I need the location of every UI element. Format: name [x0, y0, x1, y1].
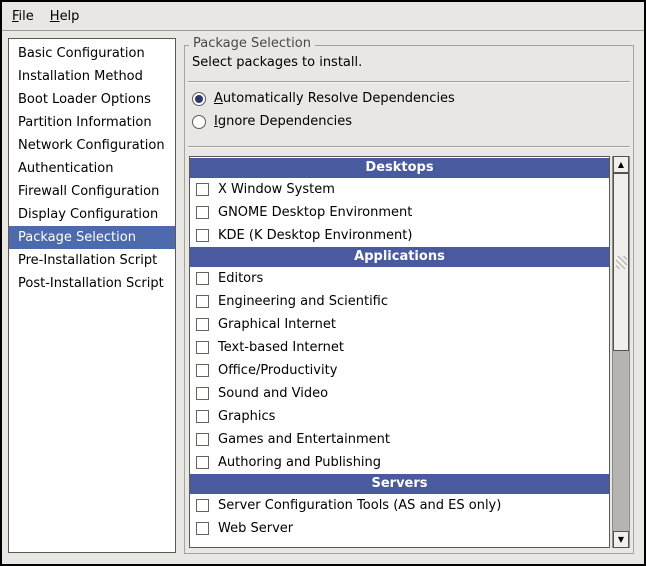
- checkbox[interactable]: [196, 387, 209, 400]
- package-label: KDE (K Desktop Environment): [218, 228, 412, 243]
- radio-label: Automatically Resolve Dependencies: [214, 91, 455, 106]
- kickstart-configurator-window: FileHelp Basic ConfigurationInstallation…: [0, 0, 646, 566]
- section-list: Basic ConfigurationInstallation MethodBo…: [8, 38, 176, 553]
- separator: [188, 146, 630, 148]
- package-row-graphics[interactable]: Graphics: [190, 405, 609, 428]
- checkbox[interactable]: [196, 364, 209, 377]
- scroll-up-button[interactable]: ▲: [613, 156, 629, 173]
- checkbox[interactable]: [196, 229, 209, 242]
- group-header-servers: Servers: [190, 474, 609, 494]
- package-list: Desktops X Window System GNOME Desktop Env…: [189, 156, 610, 548]
- package-row-text-based-internet[interactable]: Text-based Internet: [190, 336, 609, 359]
- package-list-scrollbar[interactable]: ▲ ▼: [612, 156, 630, 548]
- package-row-x-window-system[interactable]: X Window System: [190, 178, 609, 201]
- menubar: FileHelp: [2, 2, 644, 31]
- separator: [188, 81, 630, 83]
- package-row-sound-and-video[interactable]: Sound and Video: [190, 382, 609, 405]
- radio-ignore-dependencies[interactable]: Ignore Dependencies: [192, 113, 352, 130]
- sidebar-item-boot-loader-options[interactable]: Boot Loader Options: [9, 88, 175, 111]
- menu-item-help[interactable]: Help: [42, 4, 88, 29]
- package-row-server-configuration-tools-as-and-es-only[interactable]: Server Configuration Tools (AS and ES on…: [190, 494, 609, 517]
- package-label: Graphics: [218, 409, 275, 424]
- group-header-applications: Applications: [190, 247, 609, 267]
- package-label: GNOME Desktop Environment: [218, 205, 412, 220]
- checkbox[interactable]: [196, 206, 209, 219]
- package-label: Authoring and Publishing: [218, 455, 381, 470]
- checkbox[interactable]: [196, 410, 209, 423]
- package-label: Office/Productivity: [218, 363, 337, 378]
- checkbox[interactable]: [196, 433, 209, 446]
- package-label: Engineering and Scientific: [218, 294, 388, 309]
- sidebar-item-basic-configuration[interactable]: Basic Configuration: [9, 42, 175, 65]
- sidebar-item-post-installation-script[interactable]: Post-Installation Script: [9, 272, 175, 295]
- frame-title: Package Selection: [189, 36, 315, 51]
- group-header-desktops: Desktops: [190, 158, 609, 178]
- checkbox[interactable]: [196, 499, 209, 512]
- package-label: X Window System: [218, 182, 335, 197]
- package-label: Editors: [218, 271, 263, 286]
- package-label: Graphical Internet: [218, 317, 336, 332]
- scrollbar-grip-icon: [616, 256, 627, 269]
- sidebar-item-pre-installation-script[interactable]: Pre-Installation Script: [9, 249, 175, 272]
- package-row-authoring-and-publishing[interactable]: Authoring and Publishing: [190, 451, 609, 474]
- package-row-office-productivity[interactable]: Office/Productivity: [190, 359, 609, 382]
- sidebar-item-display-configuration[interactable]: Display Configuration: [9, 203, 175, 226]
- radio-button-icon[interactable]: [192, 115, 206, 129]
- package-row-web-server[interactable]: Web Server: [190, 517, 609, 540]
- sidebar-item-firewall-configuration[interactable]: Firewall Configuration: [9, 180, 175, 203]
- packages-description: Select packages to install.: [192, 55, 362, 70]
- radio-button-icon[interactable]: [192, 92, 206, 106]
- radio-automatically-resolve-dependencies[interactable]: Automatically Resolve Dependencies: [192, 90, 455, 107]
- checkbox[interactable]: [196, 318, 209, 331]
- package-row-graphical-internet[interactable]: Graphical Internet: [190, 313, 609, 336]
- package-row-kde-k-desktop-environment[interactable]: KDE (K Desktop Environment): [190, 224, 609, 247]
- sidebar-item-package-selection[interactable]: Package Selection: [9, 226, 175, 249]
- checkbox[interactable]: [196, 272, 209, 285]
- package-label: Text-based Internet: [218, 340, 344, 355]
- package-label: Games and Entertainment: [218, 432, 390, 447]
- package-selection-frame: Package Selection Select packages to ins…: [184, 45, 634, 554]
- checkbox[interactable]: [196, 341, 209, 354]
- scroll-down-button[interactable]: ▼: [613, 531, 629, 548]
- checkbox[interactable]: [196, 183, 209, 196]
- package-label: Server Configuration Tools (AS and ES on…: [218, 498, 501, 513]
- package-label: Web Server: [218, 521, 293, 536]
- scrollbar-thumb[interactable]: [613, 173, 629, 351]
- package-row-engineering-and-scientific[interactable]: Engineering and Scientific: [190, 290, 609, 313]
- sidebar-item-partition-information[interactable]: Partition Information: [9, 111, 175, 134]
- package-list-area: Desktops X Window System GNOME Desktop Env…: [189, 156, 630, 548]
- package-label: Sound and Video: [218, 386, 328, 401]
- checkbox[interactable]: [196, 295, 209, 308]
- package-row-editors[interactable]: Editors: [190, 267, 609, 290]
- package-row-gnome-desktop-environment[interactable]: GNOME Desktop Environment: [190, 201, 609, 224]
- sidebar-item-network-configuration[interactable]: Network Configuration: [9, 134, 175, 157]
- radio-label: Ignore Dependencies: [214, 114, 352, 129]
- checkbox[interactable]: [196, 456, 209, 469]
- package-row-games-and-entertainment[interactable]: Games and Entertainment: [190, 428, 609, 451]
- arrow-down-icon: ▼: [618, 536, 624, 544]
- sidebar-item-installation-method[interactable]: Installation Method: [9, 65, 175, 88]
- sidebar-item-authentication[interactable]: Authentication: [9, 157, 175, 180]
- menu-item-file[interactable]: File: [4, 4, 42, 29]
- arrow-up-icon: ▲: [618, 161, 624, 169]
- checkbox[interactable]: [196, 522, 209, 535]
